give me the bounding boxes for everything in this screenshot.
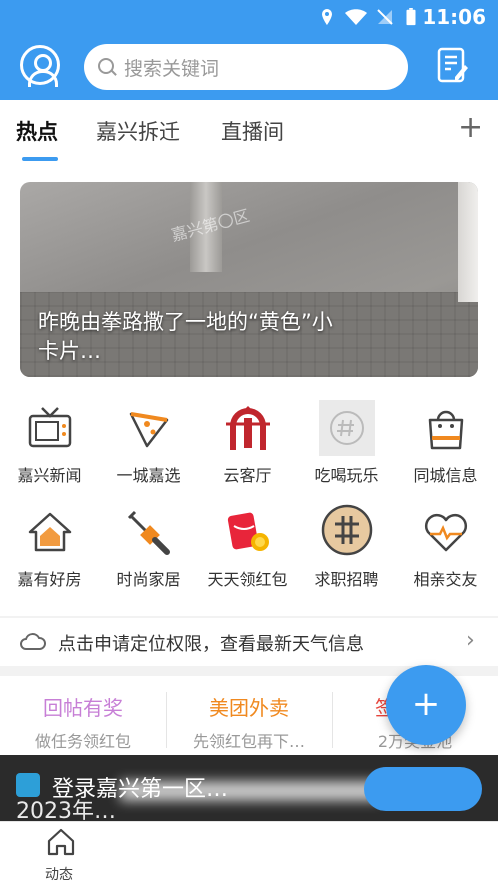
yunketing-logo-icon — [226, 406, 270, 450]
promo-meituan[interactable]: 美团外卖 先领红包再下… — [166, 676, 332, 756]
search-icon — [98, 58, 114, 74]
weather-bar[interactable]: 点击申请定位权限，查看最新天气信息 › — [0, 618, 498, 666]
status-time: 11:06 — [422, 5, 486, 29]
grid-item-home-decor[interactable]: 时尚家居 — [99, 496, 198, 600]
grid-item-news[interactable]: 嘉兴新闻 — [0, 392, 99, 496]
promo-subtitle: 先领红包再下… — [192, 732, 305, 751]
no-signal-icon — [377, 9, 393, 25]
grid-label: 嘉有好房 — [17, 570, 82, 589]
promo-reply-reward[interactable]: 回帖有奖 做任务领红包 — [0, 676, 166, 756]
heartbeat-icon — [424, 513, 468, 552]
hashtag-chat-icon — [319, 400, 375, 456]
pizza-icon — [129, 412, 169, 448]
grid-item-housing[interactable]: 嘉有好房 — [0, 496, 99, 600]
top-header: 搜索关键词 — [0, 34, 498, 100]
edit-post-icon[interactable] — [437, 47, 469, 85]
promo-title: 回帖有奖 — [43, 696, 123, 720]
home-icon[interactable] — [46, 827, 76, 857]
nav-item-dynamic[interactable]: 动态 — [45, 864, 73, 884]
red-envelope-icon — [227, 512, 269, 551]
grid-item-dating[interactable]: 相亲交友 — [396, 496, 495, 600]
grid-label: 同城信息 — [413, 466, 478, 485]
grid-label: 时尚家居 — [116, 570, 181, 589]
create-post-button[interactable]: + — [386, 665, 466, 745]
service-grid: 嘉兴新闻 一城嘉选 云客厅 吃喝玩乐 同城信息 嘉有好房 时尚家居 天天领红包 … — [0, 392, 498, 616]
grid-item-eat-drink[interactable]: 吃喝玩乐 — [297, 392, 396, 496]
grid-label: 一城嘉选 — [116, 466, 181, 485]
grid-label: 嘉兴新闻 — [17, 466, 82, 485]
login-button[interactable] — [364, 767, 482, 811]
shopping-bag-icon — [428, 410, 464, 450]
paint-brush-icon — [127, 510, 170, 555]
grid-item-yichengjiaxuan[interactable]: 一城嘉选 — [99, 392, 198, 496]
grid-label: 相亲交友 — [413, 570, 478, 589]
job-badge-icon — [321, 504, 373, 556]
grid-item-yunketing[interactable]: 云客厅 — [198, 392, 297, 496]
banner-carousel[interactable]: 嘉兴第〇区 昨晚由拳路撒了一地的“黄色”小卡片… — [20, 182, 478, 377]
tab-live[interactable]: 直播间 — [221, 116, 284, 146]
promo-title: 美团外卖 — [209, 696, 289, 720]
grid-item-jobs[interactable]: 求职招聘 — [297, 496, 396, 600]
battery-icon — [406, 8, 416, 26]
tv-icon — [28, 407, 72, 448]
grid-label: 求职招聘 — [314, 570, 379, 589]
grid-item-red-envelope[interactable]: 天天领红包 — [198, 496, 297, 600]
banner-title: 昨晚由拳路撒了一地的“黄色”小卡片… — [38, 310, 333, 363]
bottom-nav: 动态 — [0, 821, 498, 888]
tab-jiaxing-demolition[interactable]: 嘉兴拆迁 — [96, 116, 180, 146]
house-icon — [28, 512, 72, 552]
channel-tabs: 热点 嘉兴拆迁 直播间 + — [0, 100, 498, 170]
status-bar: 11:06 — [0, 0, 498, 34]
grid-item-local-info[interactable]: 同城信息 — [396, 392, 495, 496]
active-tab-indicator — [22, 157, 58, 161]
chevron-right-icon: › — [466, 628, 475, 653]
search-placeholder: 搜索关键词 — [124, 58, 220, 80]
promo-subtitle: 做任务领红包 — [34, 732, 131, 751]
cloud-icon — [20, 633, 46, 650]
grid-label: 天天领红包 — [207, 570, 288, 589]
add-channel-button[interactable]: + — [458, 110, 483, 145]
tab-hot[interactable]: 热点 — [16, 116, 58, 146]
grid-label: 吃喝玩乐 — [314, 466, 379, 485]
search-input[interactable]: 搜索关键词 — [84, 44, 408, 90]
location-icon — [322, 9, 332, 25]
login-prompt-bar[interactable]: 2023年… 登录嘉兴第一区… — [0, 755, 498, 821]
grid-label: 云客厅 — [223, 466, 272, 485]
wifi-icon — [345, 9, 367, 25]
weather-text: 点击申请定位权限，查看最新天气信息 — [58, 634, 364, 655]
user-avatar-icon[interactable] — [20, 45, 60, 87]
banner-section: 嘉兴第〇区 昨晚由拳路撒了一地的“黄色”小卡片… — [0, 170, 498, 392]
